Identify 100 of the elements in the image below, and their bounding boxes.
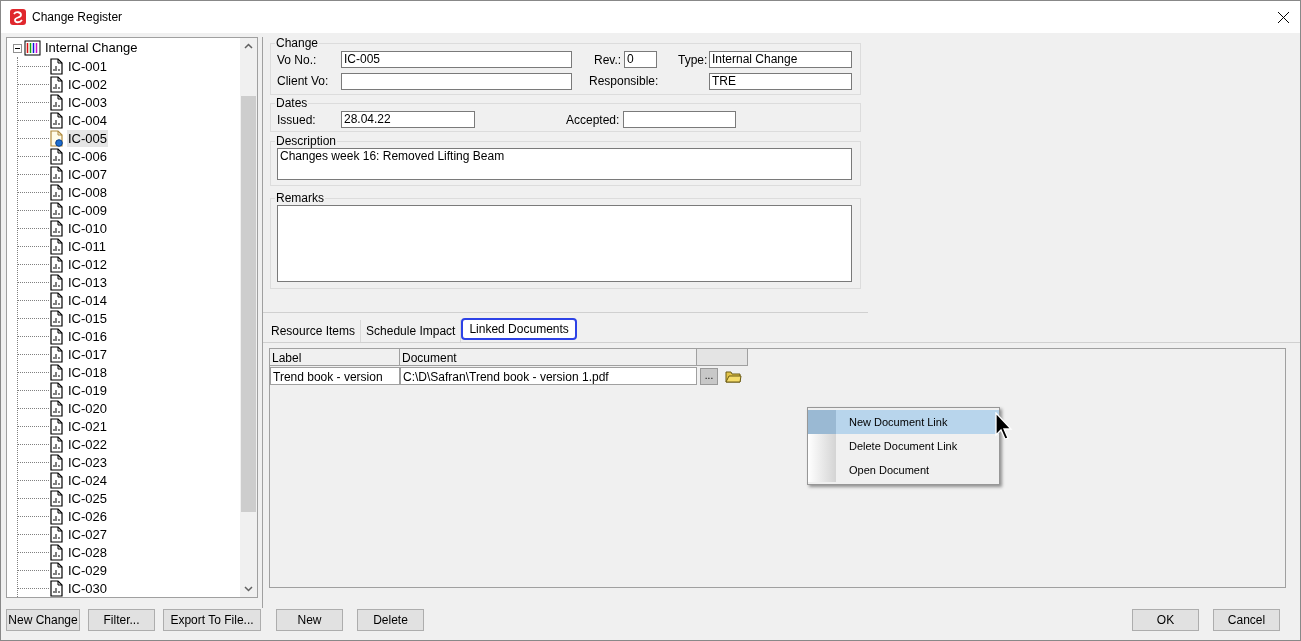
document-icon — [49, 507, 64, 525]
group-title: Description — [275, 135, 338, 148]
client-vo-field[interactable] — [341, 72, 572, 90]
dialog-button[interactable]: New — [276, 608, 343, 631]
dialog-button[interactable]: Cancel — [1213, 608, 1280, 631]
tree-item[interactable]: IC-026 — [67, 507, 109, 525]
document-icon — [49, 75, 64, 93]
accepted-date-field[interactable] — [623, 111, 736, 128]
scroll-down-icon[interactable] — [244, 586, 253, 592]
tree-item[interactable]: IC-015 — [67, 309, 109, 327]
tree-item[interactable]: IC-028 — [67, 543, 109, 561]
scroll-up-icon[interactable] — [244, 43, 253, 49]
column-header: Label — [270, 349, 400, 365]
menu-item[interactable]: Delete Document Link — [808, 434, 999, 458]
dialog-button[interactable]: Filter... — [88, 608, 155, 631]
document-icon — [49, 561, 64, 579]
document-icon — [49, 435, 64, 453]
tree-item[interactable]: IC-014 — [67, 291, 109, 309]
mouse-cursor-icon — [995, 412, 1015, 440]
tree-item[interactable]: IC-027 — [67, 525, 109, 543]
document-icon — [49, 219, 64, 237]
field-label: Type: — [678, 51, 709, 69]
group-title: Remarks — [275, 192, 325, 205]
tree-item[interactable]: IC-001 — [67, 57, 109, 75]
dialog-button[interactable]: New Change — [6, 608, 80, 631]
document-icon — [49, 57, 64, 75]
document-icon — [49, 183, 64, 201]
description-field[interactable]: Changes week 16: Removed Lifting Beam — [277, 148, 852, 180]
tree-item[interactable]: IC-005 — [67, 129, 109, 147]
dialog-button[interactable]: OK — [1132, 608, 1199, 631]
issued-date-field[interactable]: 28.04.22 — [341, 111, 475, 128]
document-icon — [49, 129, 64, 147]
document-icon — [49, 237, 64, 255]
group-title: Dates — [275, 97, 309, 110]
document-icon — [49, 147, 64, 165]
tree-item[interactable]: IC-009 — [67, 201, 109, 219]
remarks-field[interactable] — [277, 205, 852, 282]
tree-item[interactable]: IC-012 — [67, 255, 109, 273]
vo-number-field[interactable]: IC-005 — [341, 51, 572, 68]
scrollbar[interactable] — [240, 38, 257, 597]
document-icon — [49, 255, 64, 273]
document-icon — [49, 345, 64, 363]
tree-item[interactable]: IC-023 — [67, 453, 109, 471]
tree-item[interactable]: IC-029 — [67, 561, 109, 579]
tree-item[interactable]: IC-021 — [67, 417, 109, 435]
menu-item[interactable]: New Document Link — [808, 410, 999, 434]
tree-item[interactable]: IC-004 — [67, 111, 109, 129]
tree-item[interactable]: IC-024 — [67, 471, 109, 489]
tree-item[interactable]: IC-019 — [67, 381, 109, 399]
tree-item[interactable]: IC-011 — [67, 237, 108, 255]
tree-item[interactable]: IC-008 — [67, 183, 109, 201]
tree-item[interactable]: IC-002 — [67, 75, 109, 93]
document-icon — [49, 543, 64, 561]
group-title: Change — [275, 37, 320, 50]
document-icon — [49, 399, 64, 417]
tree-item[interactable]: IC-006 — [67, 147, 109, 165]
document-icon — [49, 165, 64, 183]
tree-node[interactable]: Internal Change — [45, 38, 138, 58]
document-icon — [49, 381, 64, 399]
tree-item[interactable]: IC-007 — [67, 165, 109, 183]
menu-item[interactable]: Open Document — [808, 458, 999, 482]
document-icon — [49, 489, 64, 507]
document-icon — [49, 363, 64, 381]
register-icon — [24, 40, 41, 56]
folder-icon[interactable] — [724, 368, 742, 384]
responsible-field[interactable]: TRE — [709, 72, 852, 90]
field-label: Issued: — [277, 111, 317, 129]
close-icon[interactable] — [1278, 11, 1289, 23]
field-label: Responsible: — [589, 73, 660, 90]
tree-item[interactable]: IC-016 — [67, 327, 109, 345]
field-label: Accepted: — [566, 111, 621, 129]
app-logo-icon — [10, 9, 26, 25]
dialog-button[interactable]: Delete — [357, 608, 424, 631]
tree-item[interactable]: IC-020 — [67, 399, 109, 417]
tree-item[interactable]: IC-018 — [67, 363, 109, 381]
tab[interactable]: Linked Documents — [461, 318, 577, 340]
document-icon — [49, 417, 64, 435]
table-cell[interactable]: C:\D\Safran\Trend book - version 1.pdf — [400, 367, 697, 385]
tree-item[interactable]: IC-010 — [67, 219, 109, 237]
dialog-button[interactable]: Export To File... — [163, 608, 261, 631]
revision-field[interactable]: 0 — [624, 51, 657, 68]
field-label: Client Vo: — [277, 73, 330, 90]
column-header: Document — [400, 349, 697, 365]
collapse-icon[interactable] — [13, 43, 22, 53]
scrollbar-thumb[interactable] — [241, 96, 256, 512]
type-field[interactable]: Internal Change — [709, 51, 852, 68]
tree-item[interactable]: IC-022 — [67, 435, 109, 453]
tree-item[interactable]: IC-030 — [67, 579, 109, 597]
browse-button[interactable]: ... — [700, 367, 718, 385]
document-icon — [49, 111, 64, 129]
tree-item[interactable]: IC-013 — [67, 273, 109, 291]
document-icon — [49, 327, 64, 345]
tree-item[interactable]: IC-003 — [67, 93, 109, 111]
field-label: Vo No.: — [277, 51, 318, 69]
table-cell[interactable]: Trend book - version — [270, 367, 400, 385]
document-icon — [49, 291, 64, 309]
tree-item[interactable]: IC-017 — [67, 345, 109, 363]
document-icon — [49, 453, 64, 471]
tree-item[interactable]: IC-025 — [67, 489, 109, 507]
document-icon — [49, 93, 64, 111]
